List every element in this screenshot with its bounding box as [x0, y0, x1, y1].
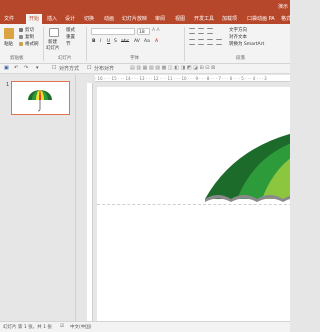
indent-icon[interactable]	[207, 28, 213, 34]
grow-font-icon[interactable]: A A	[152, 28, 160, 33]
distribute-label[interactable]: 分布对齐	[94, 65, 114, 72]
redo-icon[interactable]: ↷	[24, 65, 28, 71]
slide-count-status: 幻灯片 第 1 张，共 1 张	[3, 325, 52, 330]
language-status[interactable]: 中文(中国)	[70, 324, 92, 330]
ribbon-tabs: 文件 开始 插入 设计 切换 动画 幻灯片放映 审阅 视图 开发工具 加载项 口…	[0, 12, 291, 24]
save-icon[interactable]: ▣	[4, 65, 9, 71]
slide-number: 1	[6, 82, 10, 88]
strikethrough-button[interactable]: abc	[121, 39, 129, 44]
new-slide-icon[interactable]	[49, 28, 59, 37]
separator	[86, 27, 87, 61]
tab-file[interactable]: 文件	[4, 14, 14, 24]
check-icon[interactable]: ☑	[60, 324, 64, 329]
underline-button[interactable]: U	[107, 39, 110, 44]
tab-format[interactable]: 格式	[281, 14, 291, 24]
window-title: 演示	[277, 4, 288, 10]
vertical-ruler[interactable]	[87, 83, 93, 321]
copy-icon	[19, 35, 23, 39]
status-bar: 幻灯片 第 1 张，共 1 张 ☑ 中文(中国)	[0, 321, 290, 332]
group-font-label: 字体	[130, 56, 139, 61]
umbrella-graphic[interactable]	[97, 87, 290, 321]
reset-button[interactable]: 重置	[66, 34, 75, 40]
align-left-icon[interactable]	[189, 39, 195, 45]
tab-review[interactable]: 审阅	[155, 14, 165, 24]
tab-pocket-animation[interactable]: 口袋动画 PA	[247, 14, 275, 24]
align-text-button[interactable]: 对齐文本	[229, 34, 247, 40]
tab-view[interactable]: 视图	[175, 14, 185, 24]
format-painter-button[interactable]: 格式刷	[25, 41, 39, 47]
shadow-button[interactable]: S	[114, 39, 117, 44]
toolbar-icons[interactable]: ▤ ▥ ▦ ▧ ▨ ▩ ◫ ◧ ◨ ◩ ◪ ⊞ ⊟ ⊠	[130, 65, 215, 71]
group-slides-label: 幻灯片	[58, 56, 72, 61]
slide-canvas[interactable]	[97, 87, 290, 321]
separator	[43, 27, 44, 61]
tab-slideshow[interactable]: 幻灯片放映	[122, 14, 147, 24]
copy-button[interactable]: 复制	[25, 34, 34, 40]
convert-smartart-button[interactable]: 转换为 SmartArt	[229, 41, 264, 47]
layout-button[interactable]: 版式	[66, 27, 75, 33]
bold-button[interactable]: B	[92, 39, 95, 44]
font-size-value: 18	[139, 29, 145, 35]
checkbox-icon[interactable]: ☐	[87, 65, 91, 71]
bullets-icon[interactable]	[189, 28, 195, 34]
group-clipboard-label: 剪贴板	[10, 56, 24, 61]
paste-icon[interactable]	[4, 28, 14, 39]
section-button[interactable]: 节	[66, 41, 71, 47]
undo-icon[interactable]: ↶	[14, 65, 18, 71]
paste-button[interactable]: 粘贴	[4, 41, 13, 47]
char-spacing-button[interactable]: AV	[134, 39, 140, 44]
tab-insert[interactable]: 插入	[47, 14, 57, 24]
tab-animations[interactable]: 动画	[104, 14, 114, 24]
horizontal-ruler[interactable]: · 16 · · · 15 · · · 14 · · · 13 · · · 12…	[95, 75, 290, 82]
align-right-icon[interactable]	[207, 39, 213, 45]
italic-button[interactable]: I	[100, 39, 101, 44]
ribbon-home: 粘贴 剪切 复制 格式刷 剪贴板 新建 幻灯片 版式 重置 节 幻灯片 18 A…	[0, 24, 290, 64]
slide-thumbnail-1[interactable]	[11, 81, 70, 115]
new-slide-button-line2[interactable]: 幻灯片	[46, 45, 60, 51]
align-label[interactable]: 对齐方式	[59, 65, 79, 72]
group-paragraph-label: 段落	[236, 56, 245, 61]
tab-home[interactable]: 开始	[26, 14, 43, 24]
font-size-select[interactable]: 18	[137, 28, 150, 35]
cut-button[interactable]: 剪切	[25, 27, 34, 33]
customize-icon[interactable]: ▾	[36, 65, 39, 71]
font-name-select[interactable]	[91, 28, 135, 35]
text-direction-button[interactable]: 文字方向	[229, 27, 247, 33]
change-case-button[interactable]: Aa	[144, 39, 150, 44]
tab-design[interactable]: 设计	[65, 14, 75, 24]
justify-icon[interactable]	[216, 39, 222, 45]
checkbox-icon[interactable]: ☐	[52, 65, 56, 71]
scissors-icon	[19, 28, 23, 32]
tab-transitions[interactable]: 切换	[84, 14, 94, 24]
numbering-icon[interactable]	[198, 28, 204, 34]
umbrella-thumbnail-icon	[28, 90, 52, 112]
format-painter-icon	[19, 42, 23, 46]
title-bar: 演示	[0, 0, 290, 12]
slide-thumbnail-pane: 1	[0, 75, 76, 321]
slide-edit-area: · 16 · · · 15 · · · 14 · · · 13 · · · 12…	[77, 75, 290, 321]
align-center-icon[interactable]	[198, 39, 204, 45]
font-color-button[interactable]: A	[155, 39, 158, 44]
quick-access-toolbar: ▣ ↶ ↷ ▾ ☐ 对齐方式 ☐ 分布对齐 ▤ ▥ ▦ ▧ ▨ ▩ ◫ ◧ ◨ …	[0, 64, 290, 74]
separator	[184, 27, 185, 61]
tab-addins[interactable]: 加载项	[222, 14, 237, 24]
tab-developer[interactable]: 开发工具	[194, 14, 214, 24]
